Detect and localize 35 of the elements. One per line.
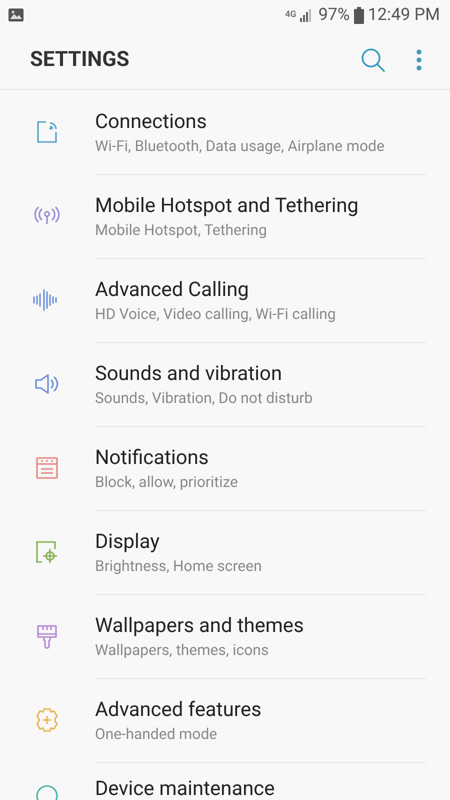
item-title: Display [95, 528, 161, 552]
settings-item[interactable]: Wallpapers and themes Wallpapers, themes, icons [0, 594, 450, 678]
item-subtitle: Block, allow, prioritize [95, 472, 239, 490]
item-subtitle: One-handed mode [95, 724, 218, 742]
item-subtitle: Sounds, Vibration, Do not disturb [95, 388, 314, 406]
settings-item[interactable]: Device maintenance [0, 762, 450, 800]
battery-icon [354, 6, 364, 24]
item-title: Device maintenance [95, 776, 276, 800]
battery-percent: 97% [318, 5, 350, 25]
item-subtitle: Brightness, Home screen [95, 556, 263, 574]
item-title: Sounds and vibration [95, 360, 283, 384]
screen-title: SETTINGS [30, 48, 130, 72]
item-title: Wallpapers and themes [95, 612, 305, 636]
settings-item[interactable]: Display Brightness, Home screen [0, 510, 450, 594]
network-type: 4G [285, 10, 296, 20]
item-subtitle: Wallpapers, themes, icons [95, 640, 270, 658]
item-title: Advanced Calling [95, 276, 250, 300]
item-title: Connections [95, 108, 208, 132]
settings-item[interactable]: Notifications Block, allow, prioritize [0, 426, 450, 510]
search-icon [360, 46, 386, 72]
more-options-icon [416, 48, 422, 70]
item-title: Advanced features [95, 696, 262, 720]
settings-item[interactable]: Mobile Hotspot and Tethering Mobile Hotspot, Tethering [0, 174, 450, 258]
item-subtitle: HD Voice, Video calling, Wi-Fi calling [95, 304, 337, 322]
item-title: Mobile Hotspot and Tethering [95, 192, 360, 216]
signal-icon [299, 8, 314, 22]
settings-item[interactable]: Advanced features One-handed mode [0, 678, 450, 762]
item-subtitle: Mobile Hotspot, Tethering [95, 220, 268, 238]
image-notification-icon [8, 8, 24, 22]
clock: 12:49 PM [368, 5, 440, 25]
item-subtitle: Wi-Fi, Bluetooth, Data usage, Airplane mode [95, 136, 386, 154]
settings-item[interactable]: Advanced Calling HD Voice, Video calling, Wi-Fi calling [0, 258, 450, 342]
settings-item[interactable]: Sounds and vibration Sounds, Vibration, Do not disturb [0, 342, 450, 426]
item-title: Notifications [95, 444, 210, 468]
settings-item[interactable]: Connections Wi-Fi, Bluetooth, Data usage, Airplane mode [0, 90, 450, 174]
